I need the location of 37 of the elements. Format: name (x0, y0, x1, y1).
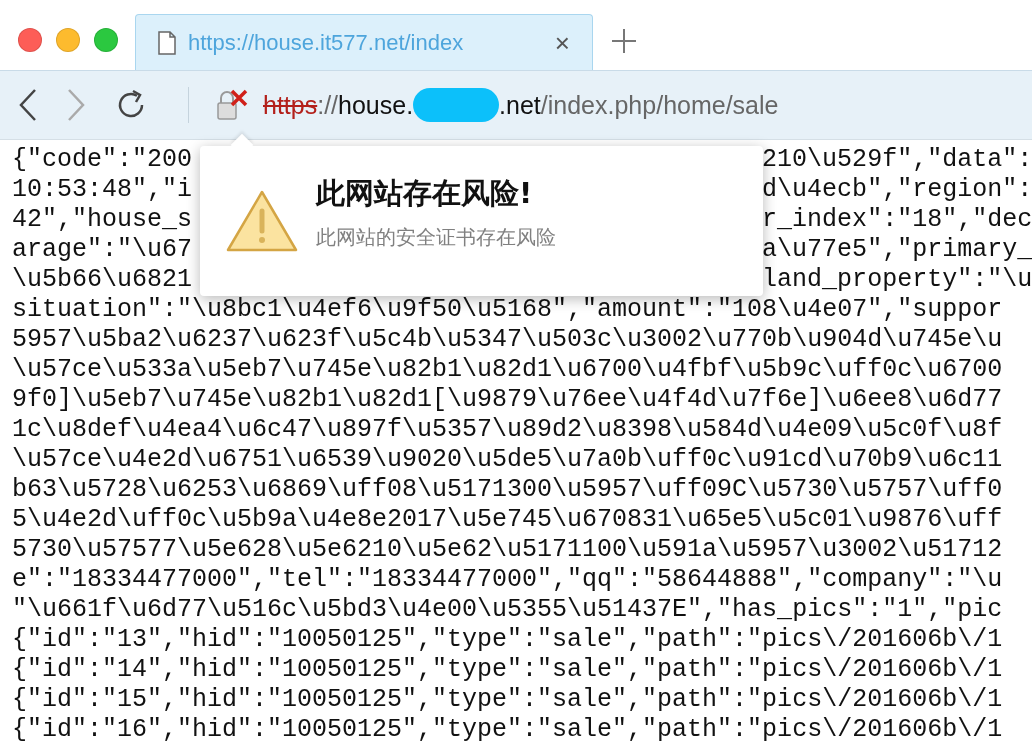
code-text: 5957\u5ba2\u6237\u623f\u5c4b\u5347\u503c\u3002\u770b\u904d\u745e\u (12, 325, 1003, 355)
code-text: "\u661f\u6d77\u516c\u5bd3\u4e00\u5355\u51437E","has_pics":"1","pic (12, 595, 1003, 625)
new-tab-icon[interactable] (611, 28, 637, 54)
code-text: {"id":"13","hid":"10050125","type":"sale","path":"pics\/201606b\/1 (12, 625, 1003, 655)
close-tab-button[interactable]: × (554, 29, 570, 56)
tab-title: https://house.it577.net/index (188, 29, 465, 56)
code-text: 1c\u8def\u4ea4\u6c47\u897f\u5357\u89d2\u8398\u584d\u4e09\u5c0f\u8f (12, 415, 1003, 445)
browser-tab[interactable]: https://house.it577.net/index × (135, 14, 593, 70)
code-text: land_property":"\u (762, 265, 1032, 295)
code-text: e":"18334477000","tel":"18334477000","qq":"58644888","company":"\u (12, 565, 1003, 595)
back-button[interactable] (18, 88, 38, 122)
code-text: {"id":"16","hid":"10050125","type":"sale","path":"pics\/201606b\/1 (12, 715, 1003, 745)
code-text: 5\u4e2d\uff0c\u5b9a\u4e8e2017\u5e745\u670831\u65e5\u5c01\u9876\uff (12, 505, 1003, 535)
code-text: situation":"\u8bc1\u4ef6\u9f50\u5168","amount":"108\u4e07","suppor (12, 295, 1003, 325)
broken-lock-icon[interactable] (215, 89, 249, 121)
zoom-window-button[interactable] (94, 28, 118, 52)
code-text: {"id":"14","hid":"10050125","type":"sale","path":"pics\/201606b\/1 (12, 655, 1003, 685)
popup-message: 此网站的安全证书存在风险 (316, 223, 556, 251)
code-text: d\u4ecb","region": (762, 175, 1032, 205)
code-text: 9f0]\u5eb7\u745e\u82b1\u82d1[\u9879\u76ee\u4f4d\u7f6e]\u6ee8\u6d77 (12, 385, 1003, 415)
code-text: 10:53:48","i (12, 175, 193, 205)
page-icon (158, 30, 176, 55)
code-text: a\u77e5","primary_ (762, 235, 1032, 265)
code-text: {"id":"15","hid":"10050125","type":"sale","path":"pics\/201606b\/1 (12, 685, 1003, 715)
code-text: b63\u5728\u6253\u6869\uff08\u5171300\u5957\uff09C\u5730\u5757\uff0 (12, 475, 1003, 505)
close-window-button[interactable] (18, 28, 42, 52)
code-text: r_index":"18","dec (762, 205, 1032, 235)
code-text: arage":"\u67 (12, 235, 193, 265)
code-text: \u57ce\u4e2d\u6751\u6539\u9020\u5de5\u7a0b\uff0c\u91cd\u70b9\u6c11 (12, 445, 1003, 475)
code-text: 42","house_s (12, 205, 193, 235)
code-text: \u5b66\u6821 (12, 265, 193, 295)
warning-icon (226, 189, 298, 253)
code-text: 5730\u57577\u5e628\u5e6210\u5e62\u5171100\u591a\u5957\u3002\u51712 (12, 535, 1003, 565)
popup-title: 此网站存在风险! (316, 174, 534, 212)
code-text: 210\u529f","data": (762, 145, 1032, 175)
code-text: \u57ce\u533a\u5eb7\u745e\u82b1\u82d1\u6700\u4fbf\u5b9c\uff0c\u6700 (12, 355, 1003, 385)
code-text: {"code":"200 (12, 145, 193, 175)
